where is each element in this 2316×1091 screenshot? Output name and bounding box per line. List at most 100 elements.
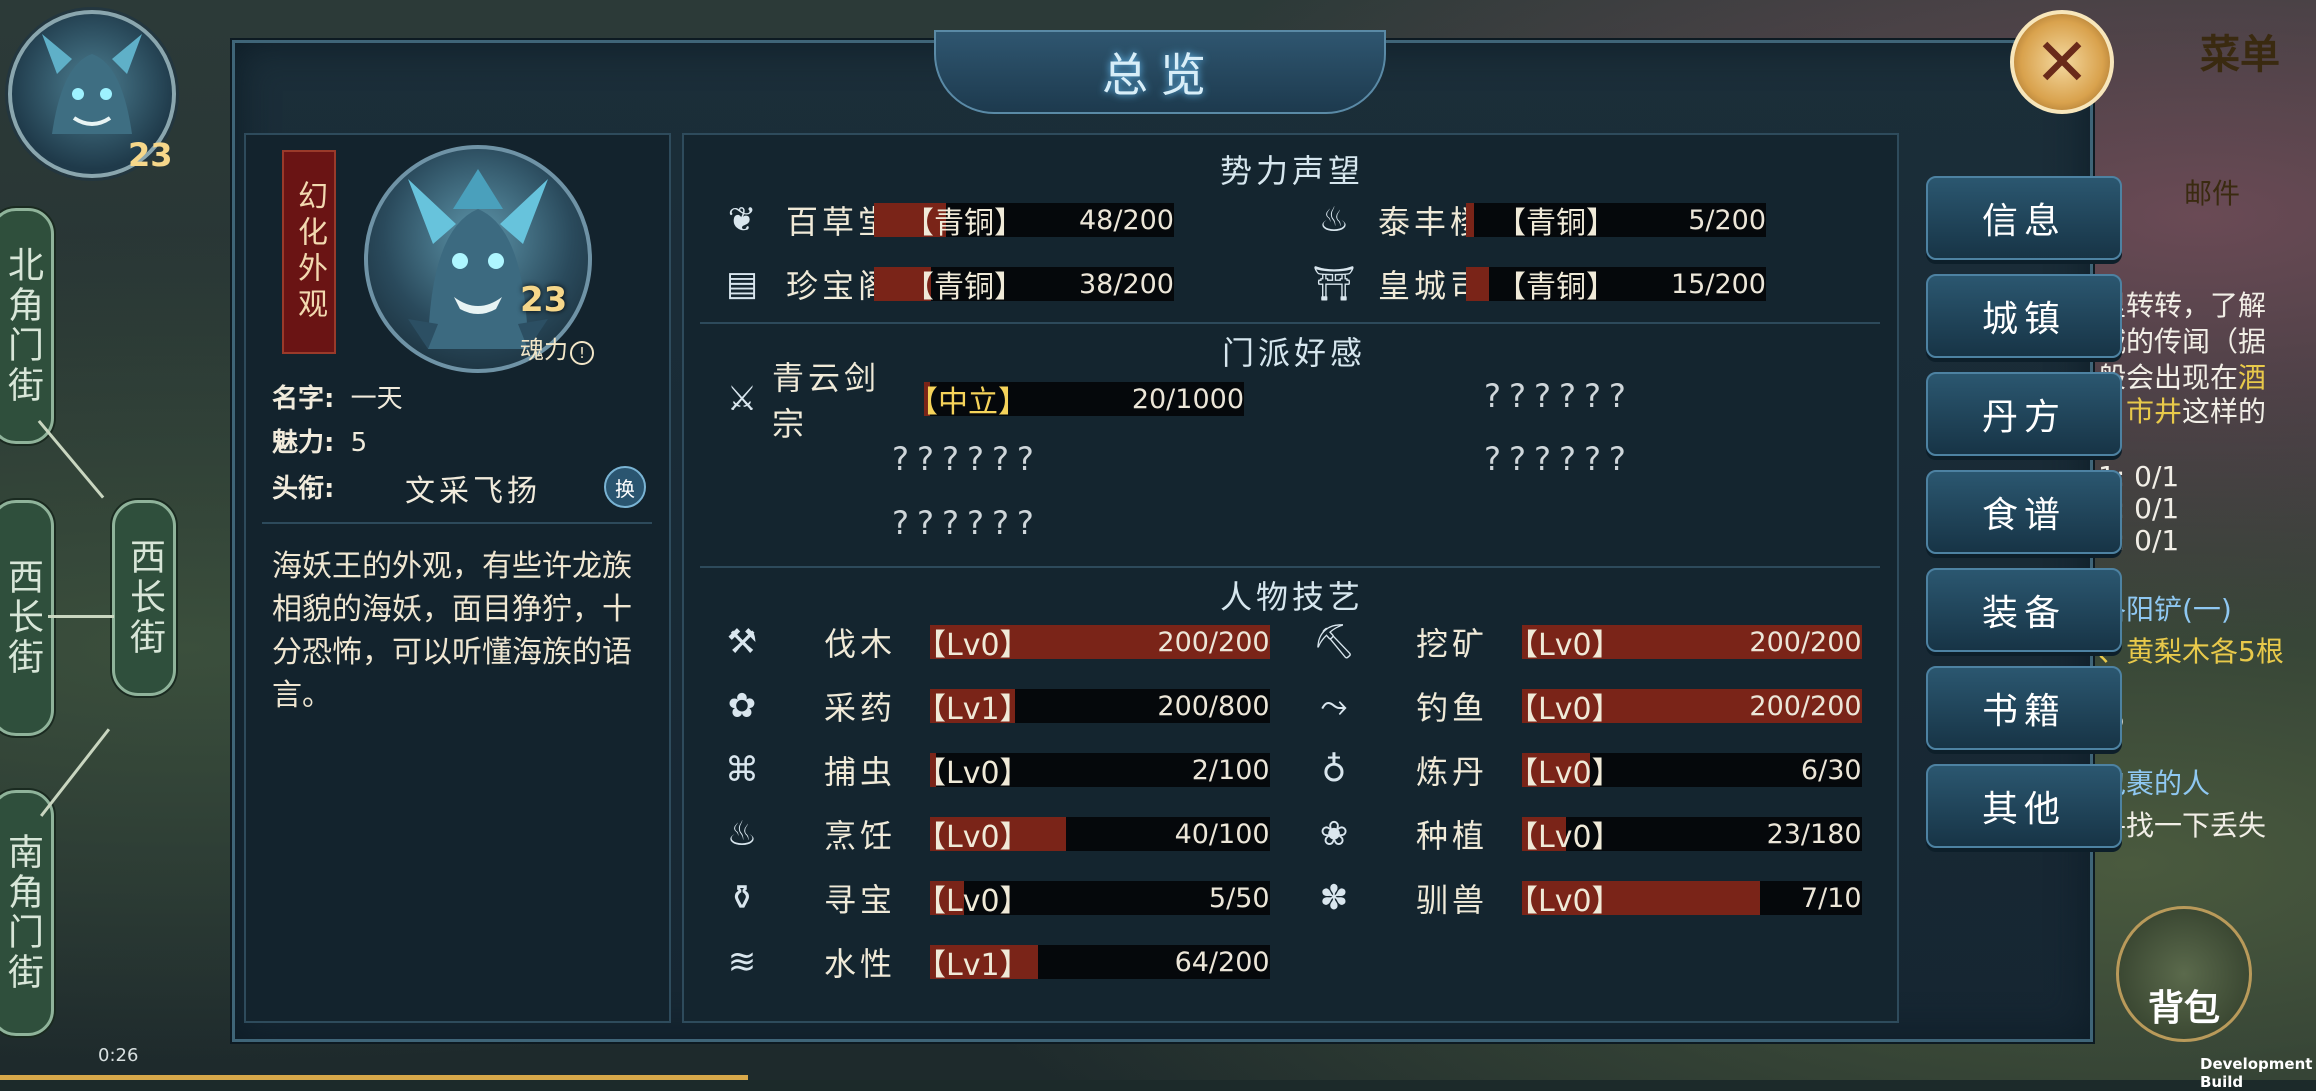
skill-row-value: 2/100	[1191, 754, 1270, 786]
reputation-row-rank: 【青铜】	[904, 270, 1024, 305]
skill-row-name: 伐木	[824, 625, 897, 663]
quest-desc: 、黄梨木各5根	[2098, 635, 2284, 668]
axe-icon: ⚒	[726, 622, 758, 662]
quest-text: 城的传闻（据	[2098, 325, 2267, 358]
sword-icon: ⚔	[726, 379, 758, 419]
skill-row-name: 捕虫	[824, 753, 897, 791]
menu-button[interactable]: 菜单	[2200, 22, 2280, 80]
side-menu-button[interactable]: 信息	[1926, 176, 2122, 260]
unknown-sect: ??????	[892, 504, 1042, 542]
name-label: 名字:	[272, 384, 335, 414]
soul-power-label[interactable]: 魂力!	[520, 330, 594, 365]
skill-row-meter: 【Lv0】 200/200	[916, 620, 1270, 664]
side-menu-button[interactable]: 丹方	[1926, 372, 2122, 456]
cooking-icon: ♨	[726, 814, 758, 854]
info-icon: !	[570, 341, 594, 365]
skill-row-value: 200/800	[1157, 690, 1270, 722]
soul-label-text: 魂力	[520, 336, 568, 364]
side-menu-button[interactable]: 城镇	[1926, 274, 2122, 358]
skill-row-value: 23/180	[1766, 818, 1862, 850]
mail-label[interactable]: 邮件	[2184, 172, 2240, 212]
skill-row-value: 6/30	[1800, 754, 1862, 786]
reputation-row-value: 5/200	[1688, 204, 1766, 236]
reputation-row-value: 48/200	[1079, 204, 1174, 236]
bag-label: 背包	[2147, 987, 2220, 1029]
reputation-row-value: 38/200	[1079, 268, 1174, 300]
skill-row: ✽ 驯兽 【Lv0】 7/10	[1310, 876, 1862, 920]
skill-row-meter: 【Lv0】 7/10	[1508, 876, 1862, 920]
name-row: 名字: 一天	[272, 378, 403, 415]
skill-row-meter: 【Lv0】 5/50	[916, 876, 1270, 920]
skill-row-meter: 【Lv1】 200/800	[916, 684, 1270, 728]
skill-row-rank: 【Lv0】	[1508, 820, 1622, 855]
charm-label: 魅力:	[272, 428, 335, 458]
unknown-sect: ??????	[1484, 440, 1634, 478]
skill-row-meter: 【Lv0】 200/200	[1508, 684, 1862, 728]
side-menu-button[interactable]: 书籍	[1926, 666, 2122, 750]
skill-row: ❀ 种植 【Lv0】 23/180	[1310, 812, 1862, 856]
net-icon: ⌘	[725, 750, 759, 790]
reputation-row: ⛩ 皇城司 【青铜】 15/200	[1310, 262, 1766, 306]
title-label: 头衔:	[272, 474, 335, 504]
reputation-row-meter: 【青铜】 48/200	[874, 198, 1174, 242]
skill-row: ♨ 烹饪 【Lv0】 40/100	[718, 812, 1270, 856]
skill-row-name: 炼丹	[1416, 753, 1489, 791]
charm-row: 魅力: 5	[272, 422, 367, 459]
quest-text: 、市井这样的	[2098, 395, 2267, 428]
map-street-west-long[interactable]: 西长街	[112, 500, 176, 696]
map-street-south-gate[interactable]: 南角门街	[0, 790, 54, 1036]
character-level: 23	[520, 280, 568, 320]
cauldron-icon: ♁	[1321, 750, 1347, 790]
divider	[700, 566, 1880, 568]
sect-section-title: 门派好感	[1222, 334, 1367, 372]
paw-icon: ✽	[1319, 878, 1349, 918]
reputation-row-meter: 【青铜】 38/200	[874, 262, 1174, 306]
skill-row: ♁ 炼丹 【Lv0】 6/30	[1310, 748, 1862, 792]
quest-text: 里转转，了解	[2098, 289, 2267, 322]
skill-row-rank: 【Lv0】	[916, 756, 1030, 791]
divider	[262, 522, 652, 524]
skill-row-value: 200/200	[1749, 626, 1862, 658]
name-value: 一天	[350, 384, 403, 414]
skill-row: ⚱ 寻宝 【Lv0】 5/50	[718, 876, 1270, 920]
close-button[interactable]: ✕	[2010, 10, 2114, 114]
skill-row: ✿ 采药 【Lv1】 200/800	[718, 684, 1270, 728]
bag-button[interactable]: 背包	[2116, 906, 2252, 1042]
swap-title-button[interactable]: 换	[604, 466, 646, 508]
treasure-chest-icon: ▤	[725, 264, 759, 304]
skill-row-rank: 【Lv0】	[916, 884, 1030, 919]
skill-row-name: 水性	[824, 945, 897, 983]
skill-row-rank: 【Lv1】	[916, 948, 1030, 983]
map-street-west-long-left[interactable]: 西长街	[0, 500, 54, 736]
skill-row-rank: 【Lv0】	[1508, 884, 1622, 919]
side-menu-button[interactable]: 装备	[1926, 568, 2122, 652]
skill-row-meter: 【Lv0】 6/30	[1508, 748, 1862, 792]
skill-row-rank: 【Lv0】	[916, 628, 1030, 663]
pickaxe-icon: ⛏	[1312, 622, 1356, 662]
skill-row-value: 64/200	[1174, 946, 1270, 978]
map-street-north-gate[interactable]: 北角门街	[0, 208, 54, 444]
quest-desc: 寻找一下丢失	[2098, 809, 2267, 842]
unknown-sect: ??????	[1484, 377, 1634, 415]
reputation-row-rank: 【青铜】	[1496, 206, 1616, 241]
skill-row-name: 寻宝	[824, 881, 897, 919]
close-icon: ✕	[2034, 23, 2090, 101]
reputation-row: ❦ 百草堂 【青铜】 48/200	[718, 198, 1174, 242]
unknown-sect: ??????	[892, 440, 1042, 478]
skill-row-rank: 【Lv0】	[1508, 756, 1622, 791]
skill-row-name: 烹饪	[824, 817, 897, 855]
skill-row: ⌘ 捕虫 【Lv0】 2/100	[718, 748, 1270, 792]
skill-row-name: 采药	[824, 689, 897, 727]
reputation-row-progress-fill	[1466, 267, 1489, 301]
reputation-row-meter: 【青铜】 5/200	[1466, 198, 1766, 242]
water-icon: ≋	[727, 942, 757, 982]
sect-row: ⚔ 青云剑宗 【中立】 20/1000	[718, 359, 1244, 443]
side-menu-button[interactable]: 其他	[1926, 764, 2122, 848]
reputation-row-rank: 【青铜】	[904, 206, 1024, 241]
reputation-row-meter: 【青铜】 15/200	[1466, 262, 1766, 306]
side-menu-button[interactable]: 食谱	[1926, 470, 2122, 554]
reputation-row-value: 15/200	[1671, 268, 1766, 300]
map-path-line	[48, 615, 114, 618]
reputation-row: ♨ 泰丰楼 【青铜】 5/200	[1310, 198, 1766, 242]
skill-row-meter: 【Lv0】 2/100	[916, 748, 1270, 792]
